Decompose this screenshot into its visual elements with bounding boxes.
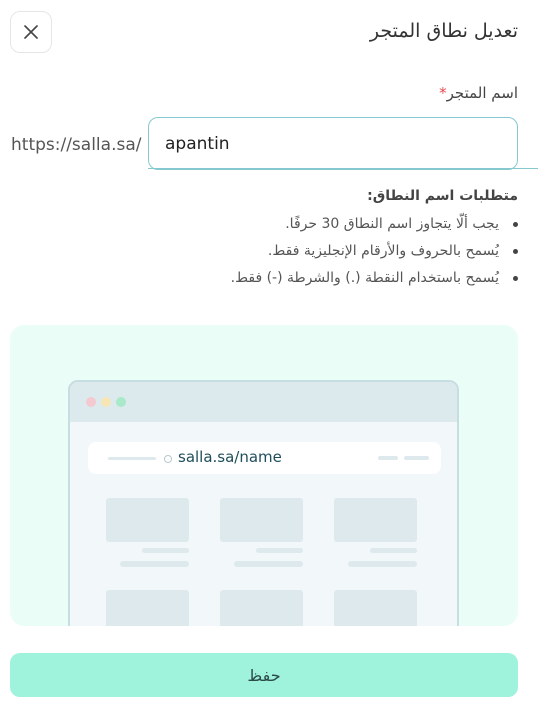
placeholder-line [370, 548, 417, 553]
domain-prefix: https://salla.sa/ [11, 135, 142, 155]
input-underline [148, 168, 538, 169]
card-placeholder [334, 498, 417, 542]
domain-input[interactable] [148, 117, 518, 170]
requirements-list: يجب ألّا يتجاوز اسم النطاق 30 حرفًا. يُس… [231, 214, 518, 295]
close-icon [24, 25, 38, 39]
placeholder-line [348, 561, 417, 567]
bullet-icon [513, 276, 518, 281]
window-dot-red [86, 397, 96, 407]
store-name-label: اسم المتجر* [435, 84, 518, 102]
list-item: يُسمح بالحروف والأرقام الإنجليزية فقط. [231, 241, 518, 268]
card-placeholder [220, 498, 303, 542]
placeholder-line [234, 561, 303, 567]
address-url: salla.sa/name [178, 448, 282, 466]
list-item: يُسمح باستخدام النقطة (.) والشرطة (-) فق… [231, 268, 518, 295]
browser-mockup: salla.sa/name [68, 380, 459, 626]
browser-titlebar [70, 382, 457, 422]
placeholder-line [142, 548, 189, 553]
bullet-icon [513, 222, 518, 227]
placeholder-line [108, 457, 156, 460]
requirements-title: متطلبات اسم النطاق: [367, 188, 518, 204]
card-placeholder [334, 590, 417, 626]
address-bar: salla.sa/name [88, 442, 441, 474]
required-mark: * [439, 84, 447, 102]
placeholder-line [120, 561, 189, 567]
bullet-icon [513, 249, 518, 254]
list-item: يجب ألّا يتجاوز اسم النطاق 30 حرفًا. [231, 214, 518, 241]
dialog-title: تعديل نطاق المتجر [369, 20, 518, 42]
globe-icon [164, 455, 172, 463]
card-placeholder [106, 590, 189, 626]
placeholder-line [404, 456, 429, 460]
requirement-text: يُسمح باستخدام النقطة (.) والشرطة (-) فق… [230, 270, 499, 286]
close-button[interactable] [10, 11, 52, 53]
window-dot-yellow [101, 397, 111, 407]
save-button[interactable]: حفظ [10, 653, 518, 697]
placeholder-line [378, 456, 398, 460]
requirement-text: يُسمح بالحروف والأرقام الإنجليزية فقط. [267, 243, 499, 259]
placeholder-line [256, 548, 303, 553]
requirement-text: يجب ألّا يتجاوز اسم النطاق 30 حرفًا. [285, 216, 499, 232]
card-placeholder [220, 590, 303, 626]
store-name-label-text: اسم المتجر [446, 84, 518, 102]
domain-illustration: salla.sa/name [10, 325, 518, 626]
window-dot-green [116, 397, 126, 407]
card-placeholder [106, 498, 189, 542]
